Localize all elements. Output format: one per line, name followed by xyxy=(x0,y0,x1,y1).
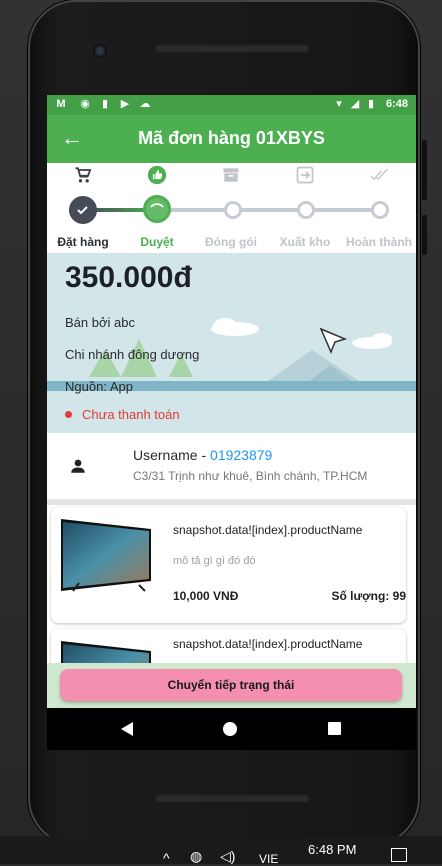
thumbs-up-icon xyxy=(147,165,167,185)
bottom-speaker xyxy=(154,794,310,803)
exit-icon xyxy=(296,166,314,184)
nav-recents-icon[interactable] xyxy=(328,722,341,735)
customer-address: C3/31 Trịnh như khuê, Bình chánh, TP.HCM xyxy=(133,469,368,483)
taskbar-clock[interactable]: 6:48 PM xyxy=(308,842,356,857)
current-step-icon xyxy=(150,203,164,208)
archive-box-icon xyxy=(223,168,239,182)
step-label: Duyệt xyxy=(140,235,174,249)
speaker-icon[interactable]: ◁) xyxy=(220,848,235,865)
next-status-button[interactable]: Chuyển tiếp trạng thái xyxy=(60,669,402,701)
product-list: snapshot.data![index].productName mô tả … xyxy=(47,505,416,663)
branch-info: Chi nhánh đông dương xyxy=(65,347,200,362)
step-node-done[interactable] xyxy=(69,196,97,224)
front-camera xyxy=(93,44,107,58)
tv-product-image xyxy=(61,519,151,592)
battery-icon: ▮ xyxy=(367,98,375,110)
action-bar: Chuyển tiếp trạng thái xyxy=(47,663,416,708)
customer-info: Username - 01923879 C3/31 Trịnh như khuê… xyxy=(47,433,416,499)
mouse-pointer-icon xyxy=(319,327,348,354)
cloud-icon: ☁ xyxy=(139,98,151,110)
step-node-pending[interactable] xyxy=(224,201,242,219)
cart-icon xyxy=(75,167,92,183)
nav-back-icon[interactable] xyxy=(121,722,133,736)
status-dot-icon xyxy=(65,411,72,418)
step-label: Xuất kho xyxy=(279,235,331,249)
product-description: mô tả gì gì đó đó xyxy=(173,555,256,567)
gmail-icon: M xyxy=(56,98,66,110)
top-speaker xyxy=(154,44,310,53)
product-name: snapshot.data![index].productName xyxy=(173,523,363,537)
step-label: Đặt hàng xyxy=(57,235,109,249)
notification-icon[interactable] xyxy=(391,848,407,862)
page-title: Mã đơn hàng 01XBYS xyxy=(138,128,325,148)
play-store-icon: ▶ xyxy=(120,98,130,110)
product-quantity: Số lượng: 99 xyxy=(331,589,406,603)
app-bar: ← Mã đơn hàng 01XBYS xyxy=(47,115,416,163)
order-summary: 350.000đ Bán bởi abc Chi nhánh đông dươn… xyxy=(47,253,416,433)
seller-info: Bán bởi abc xyxy=(65,315,135,330)
volume-button xyxy=(422,140,427,200)
status-bar: M ◉ ▮ ▶ ☁ ▾ ◢ ▮ 6:48 xyxy=(47,95,416,115)
customer-username: Username - xyxy=(133,447,211,463)
android-nav-bar xyxy=(47,708,416,750)
stepper-track-pending xyxy=(158,208,378,212)
check-icon xyxy=(77,206,88,215)
status-time: 6:48 xyxy=(385,98,408,110)
sd-card-icon: ▮ xyxy=(101,98,109,110)
product-name: snapshot.data![index].productName xyxy=(173,637,363,651)
customer-phone[interactable]: 01923879 xyxy=(210,447,272,463)
step-label: Đóng gói xyxy=(205,235,257,249)
person-icon xyxy=(71,459,85,473)
source-info: Nguồn: App xyxy=(65,379,133,394)
payment-status-label: Chưa thanh toán xyxy=(82,407,180,422)
nav-home-icon[interactable] xyxy=(223,722,237,736)
tv-product-image xyxy=(61,641,151,663)
power-button xyxy=(422,215,427,255)
order-total: 350.000đ xyxy=(65,261,192,294)
product-price: 10,000 VNĐ xyxy=(173,589,239,603)
order-stepper: Đặt hàng Duyệt Đóng gói Xuất kho Hoàn th… xyxy=(47,163,416,253)
payment-status: Chưa thanh toán xyxy=(65,407,180,422)
step-node-current[interactable] xyxy=(143,195,171,223)
step-node-pending[interactable] xyxy=(371,201,389,219)
step-label: Hoàn thành xyxy=(346,235,412,249)
product-card[interactable]: snapshot.data![index].productName xyxy=(51,629,406,663)
signal-icon: ◢ xyxy=(350,98,360,110)
record-icon: ◉ xyxy=(80,98,90,110)
double-check-icon xyxy=(370,168,388,181)
step-node-pending[interactable] xyxy=(297,201,315,219)
customer-username-line: Username - 01923879 xyxy=(133,447,272,463)
globe-icon[interactable]: ◍ xyxy=(190,848,202,865)
app-screen: M ◉ ▮ ▶ ☁ ▾ ◢ ▮ 6:48 ← Mã đơn hàng 01XBY… xyxy=(47,95,416,708)
wifi-icon: ▾ xyxy=(336,98,342,110)
product-card[interactable]: snapshot.data![index].productName mô tả … xyxy=(51,507,406,623)
